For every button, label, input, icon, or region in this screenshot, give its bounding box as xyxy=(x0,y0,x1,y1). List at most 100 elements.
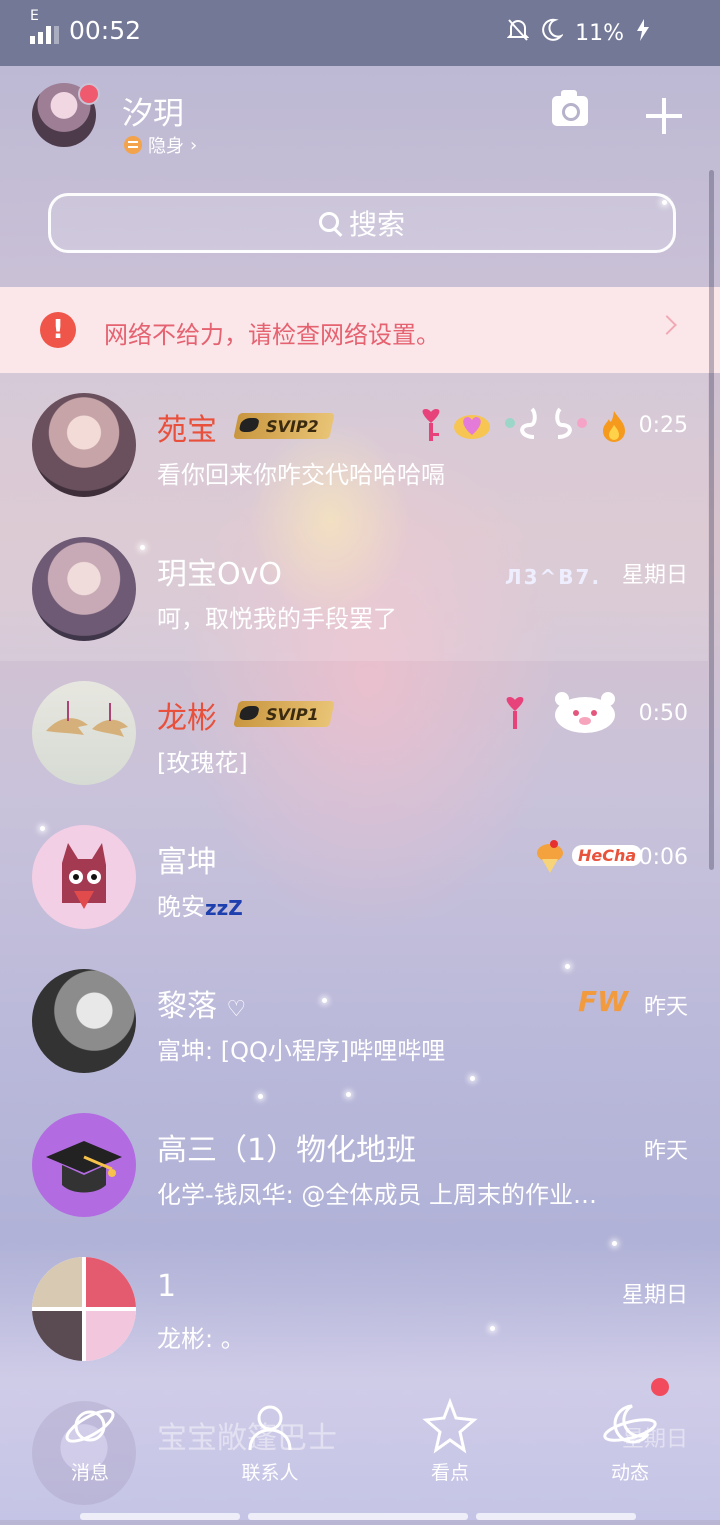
avatar xyxy=(32,393,136,497)
nav-bar-segment xyxy=(80,1513,240,1520)
chat-name: 高三（1）物化地班 xyxy=(157,1133,417,1168)
avatar-tile xyxy=(86,1257,136,1307)
notification-dot xyxy=(78,83,100,105)
avatar xyxy=(32,681,136,785)
charging-icon xyxy=(636,19,650,47)
group-avatar xyxy=(32,1257,136,1361)
chat-preview: 呵，取悦我的手段罢了 xyxy=(157,605,397,633)
notification-dot xyxy=(651,1378,669,1396)
tab-label: 看点 xyxy=(430,1462,469,1484)
chevron-right-icon xyxy=(657,315,677,335)
chat-item[interactable]: 苑宝 SVIP2 0:25 看你回来你咋交代哈哈哈嗝 xyxy=(0,373,708,517)
tab-messages[interactable]: 消息 xyxy=(30,1398,150,1485)
chat-name: 玥宝OvO xyxy=(157,557,282,592)
username: 汐玥 xyxy=(122,96,184,132)
chat-name: 龙彬 xyxy=(157,701,217,736)
plus-icon[interactable] xyxy=(646,98,682,134)
dolphin-icon xyxy=(46,701,128,737)
chat-name: 富坤 xyxy=(157,845,217,880)
online-status-selector[interactable]: 隐身 › xyxy=(124,132,197,158)
chat-name: 1 xyxy=(157,1269,177,1304)
planet-icon xyxy=(62,1398,118,1454)
chat-preview: [玫瑰花] xyxy=(157,749,248,777)
sleep-zzz: zzZ xyxy=(205,896,243,920)
moon-ring-icon xyxy=(602,1398,658,1454)
signal-icon: E xyxy=(30,8,59,44)
avatar-tile xyxy=(32,1311,82,1361)
nav-bar-segment xyxy=(476,1513,636,1520)
chat-name: 黎落 ♡ xyxy=(157,981,246,1025)
nameplate-tag: Л3^B7. xyxy=(505,565,602,589)
bottom-tab-bar: 消息 联系人 看点 动态 xyxy=(0,1397,720,1508)
chat-item[interactable]: 龙彬 SVIP1 0:50 [玫瑰花] xyxy=(0,661,708,805)
avatar-tile xyxy=(86,1311,136,1361)
crown-heart-icon xyxy=(452,407,492,445)
avatar xyxy=(32,1113,136,1217)
avatar xyxy=(32,969,136,1073)
search-icon xyxy=(318,212,341,234)
tab-contacts[interactable]: 联系人 xyxy=(210,1398,330,1485)
tab-discover[interactable]: 看点 xyxy=(390,1397,510,1485)
svip-badge: SVIP2 xyxy=(233,413,335,439)
chat-item[interactable]: 高三（1）物化地班 昨天 化学-钱凤华: @全体成员 上周末的作业… xyxy=(0,1093,708,1237)
cat-icon xyxy=(62,843,106,909)
chat-name-text: 黎落 xyxy=(157,989,217,1024)
chat-preview: 龙彬: 。 xyxy=(157,1325,245,1353)
moon-icon xyxy=(541,18,565,48)
avatar xyxy=(32,825,136,929)
chat-preview: 化学-钱凤华: @全体成员 上周末的作业… xyxy=(157,1181,598,1209)
graduation-cap-icon xyxy=(46,1141,122,1193)
chat-preview-text: 晚安 xyxy=(157,893,205,921)
tab-moments[interactable]: 动态 xyxy=(570,1398,690,1485)
status-label: 隐身 xyxy=(148,136,184,157)
mute-bell-icon xyxy=(506,18,530,48)
chat-time: 昨天 xyxy=(643,995,688,1020)
chat-time: 星期日 xyxy=(621,563,688,588)
avatar-tile xyxy=(32,1257,82,1307)
person-icon xyxy=(242,1398,298,1454)
scrollbar[interactable] xyxy=(709,170,714,870)
camera-icon[interactable] xyxy=(552,90,588,126)
nav-bar-segment xyxy=(248,1513,468,1520)
flame-icon xyxy=(601,411,627,447)
heart-key-icon xyxy=(502,697,528,735)
chat-preview: 富坤: [QQ小程序]哔哩哔哩 xyxy=(157,1037,446,1065)
hecha-tag: HeCha xyxy=(572,845,643,866)
clock: 00:52 xyxy=(69,16,142,45)
search-placeholder: 搜索 xyxy=(348,208,405,241)
svip-badge: SVIP1 xyxy=(233,701,335,727)
ice-cream-icon xyxy=(534,839,566,879)
status-bar: E 00:52 11% xyxy=(0,0,720,66)
tab-label: 消息 xyxy=(70,1462,109,1484)
tab-label: 联系人 xyxy=(241,1462,299,1484)
chat-item[interactable]: 1 星期日 龙彬: 。 xyxy=(0,1237,708,1381)
heart-outline-icon: ♡ xyxy=(226,997,247,1022)
carrier-label: E xyxy=(30,7,39,24)
chat-item[interactable]: 富坤 HeCha 0:06 晚安zzZ xyxy=(0,805,708,949)
header: 汐玥 隐身 › xyxy=(0,66,720,176)
warning-icon: ! xyxy=(40,312,76,348)
chevron-right-icon: › xyxy=(190,134,198,156)
chat-item[interactable]: 黎落 ♡ FW 昨天 富坤: [QQ小程序]哔哩哔哩 xyxy=(0,949,708,1093)
invisible-status-icon xyxy=(124,136,142,154)
fw-tag: FW xyxy=(578,985,629,1018)
network-warning-banner[interactable]: ! 网络不给力，请检查网络设置。 xyxy=(0,287,720,373)
chat-preview: 看你回来你咋交代哈哈哈嗝 xyxy=(157,461,445,489)
star-icon xyxy=(422,1397,478,1454)
chat-time: 0:25 xyxy=(638,413,688,438)
battery-label: 11% xyxy=(575,20,624,46)
avatar xyxy=(32,537,136,641)
bear-icon xyxy=(540,689,630,739)
chat-time: 昨天 xyxy=(643,1139,688,1164)
chat-time: 星期日 xyxy=(621,1283,688,1308)
search-bar[interactable]: 搜索 xyxy=(48,193,676,253)
tab-label: 动态 xyxy=(610,1462,649,1484)
chat-time: 0:50 xyxy=(638,701,688,726)
heart-key-icon xyxy=(418,409,444,447)
chat-time: 0:06 xyxy=(638,845,688,870)
swans-icon xyxy=(500,403,592,447)
chat-preview: 晚安zzZ xyxy=(157,887,243,922)
network-warning-text: 网络不给力，请检查网络设置。 xyxy=(104,321,440,349)
chat-name: 苑宝 xyxy=(157,413,217,448)
chat-item[interactable]: 玥宝OvO Л3^B7. 星期日 呵，取悦我的手段罢了 xyxy=(0,517,708,661)
